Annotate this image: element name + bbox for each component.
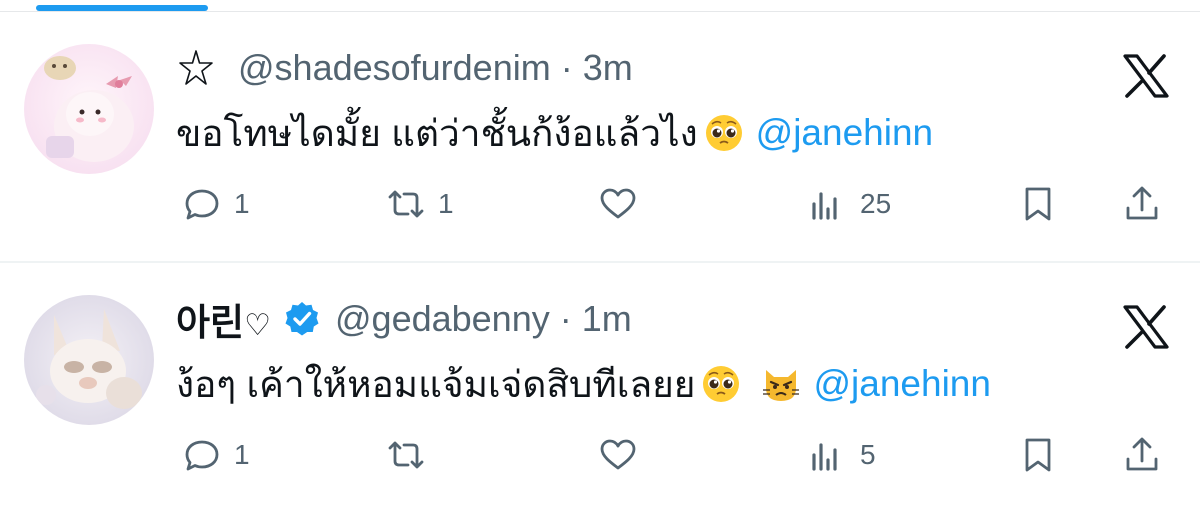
like-button[interactable]	[596, 431, 640, 479]
mention-link[interactable]: @janehinn	[756, 112, 933, 154]
tweet-actions: 1 1 25	[0, 180, 1200, 228]
tweet-text: ขอโทษไดมั้ย แต่ว่าชั้นก้ง้อแล้วไง	[176, 112, 698, 154]
reply-button[interactable]: 1	[180, 431, 250, 479]
tweet-text: ง้อๆ เค้าให้หอมแจ้มเจ่ดสิบทีเลยย	[176, 363, 696, 405]
bookmark-button[interactable]	[1016, 431, 1060, 479]
bookmark-icon	[1025, 187, 1051, 221]
bookmark-icon	[1025, 438, 1051, 472]
pleading-face-emoji	[704, 113, 744, 153]
tweet-body: ขอโทษไดมั้ย แต่ว่าชั้นก้ง้อแล้วไง @janeh…	[176, 109, 933, 157]
tweet-header: 아린♡ @gedabenny · 1m	[176, 297, 632, 343]
display-name[interactable]: 아린♡	[176, 292, 271, 346]
display-name-text: 아린	[176, 302, 245, 343]
reply-button[interactable]: 1	[180, 180, 250, 228]
retweet-button[interactable]: 1	[384, 180, 454, 228]
views-button[interactable]: 25	[806, 180, 891, 228]
avatar[interactable]	[24, 44, 154, 174]
like-button[interactable]	[596, 180, 640, 228]
retweet-icon	[388, 190, 424, 218]
separator-dot: ·	[559, 298, 572, 339]
reply-icon	[185, 440, 219, 471]
views-chart-icon	[812, 192, 837, 220]
tweet[interactable]: @shadesofurdenim · 3m ขอโทษไดมั้ย แต่ว่า…	[0, 12, 1200, 257]
separator-dot: ·	[560, 47, 573, 88]
avatar[interactable]	[24, 295, 154, 425]
x-logo-icon	[1123, 305, 1169, 349]
tweet-body: ง้อๆ เค้าให้หอมแจ้มเจ่ดสิบทีเลยย @janehi…	[176, 360, 991, 408]
retweet-icon	[388, 441, 424, 469]
timestamp[interactable]: 1m	[582, 298, 632, 340]
reply-count: 1	[234, 439, 250, 470]
share-icon	[1126, 186, 1158, 220]
share-button[interactable]	[1120, 180, 1164, 228]
view-count: 5	[860, 439, 876, 470]
heart-symbol: ♡	[244, 309, 271, 342]
username-handle[interactable]: @shadesofurdenim	[238, 47, 551, 89]
mention-link[interactable]: @janehinn	[813, 363, 990, 405]
reply-count: 1	[234, 188, 250, 219]
view-count: 25	[860, 188, 892, 219]
tweet-header: @shadesofurdenim · 3m	[176, 46, 633, 90]
share-icon	[1126, 437, 1158, 471]
pouting-cat-emoji	[761, 364, 801, 404]
retweet-button[interactable]	[384, 431, 438, 479]
reply-icon	[185, 189, 219, 220]
pleading-face-emoji	[701, 364, 741, 404]
tweet-actions: 1 5	[0, 431, 1200, 479]
tweet[interactable]: 아린♡ @gedabenny · 1m ง้อๆ เค้าให้หอมแจ้มเ…	[0, 263, 1200, 508]
views-chart-icon	[812, 443, 837, 471]
retweet-count: 1	[438, 188, 454, 219]
views-button[interactable]: 5	[806, 431, 876, 479]
star-outline-icon	[176, 48, 216, 88]
bookmark-button[interactable]	[1016, 180, 1060, 228]
username-handle[interactable]: @gedabenny	[335, 298, 550, 340]
heart-icon	[600, 439, 636, 470]
x-logo-icon	[1123, 54, 1169, 98]
verified-badge-icon	[283, 300, 321, 338]
heart-icon	[600, 188, 636, 219]
timestamp[interactable]: 3m	[583, 47, 633, 89]
share-button[interactable]	[1120, 431, 1164, 479]
